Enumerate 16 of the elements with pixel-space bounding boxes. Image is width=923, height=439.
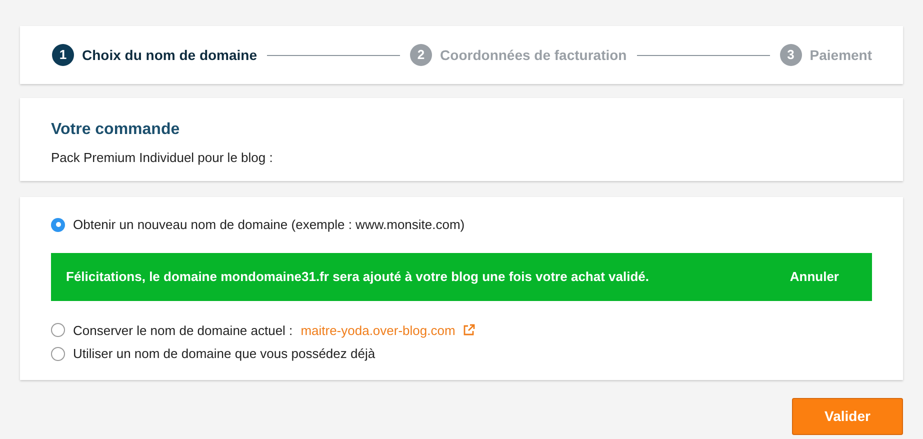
radio-button[interactable] — [51, 346, 65, 361]
step-number: 2 — [410, 44, 432, 66]
step-number: 1 — [52, 44, 74, 66]
order-description: Pack Premium Individuel pour le blog : — [51, 150, 273, 165]
option-label[interactable]: Utiliser un nom de domaine que vous possédez déjà — [73, 344, 376, 364]
step-label: Coordonnées de facturation — [440, 46, 627, 64]
step-label: Choix du nom de domaine — [82, 46, 258, 64]
external-link-icon[interactable] — [463, 324, 476, 336]
radio-button[interactable] — [51, 323, 65, 338]
option-label[interactable]: Obtenir un nouveau nom de domaine (exemple : www.monsite.com) — [73, 215, 465, 234]
step-number: 3 — [780, 44, 802, 66]
radio-button[interactable] — [51, 218, 65, 232]
option-label[interactable]: Conserver le nom de domaine actuel : — [73, 320, 293, 340]
banner-message: Félicitations, le domaine mondomaine31.fr sera ajouté à votre blog une fois votre achat validé. — [66, 268, 649, 286]
order-title: Votre commande — [51, 120, 181, 140]
step-label: Paiement — [810, 46, 872, 64]
